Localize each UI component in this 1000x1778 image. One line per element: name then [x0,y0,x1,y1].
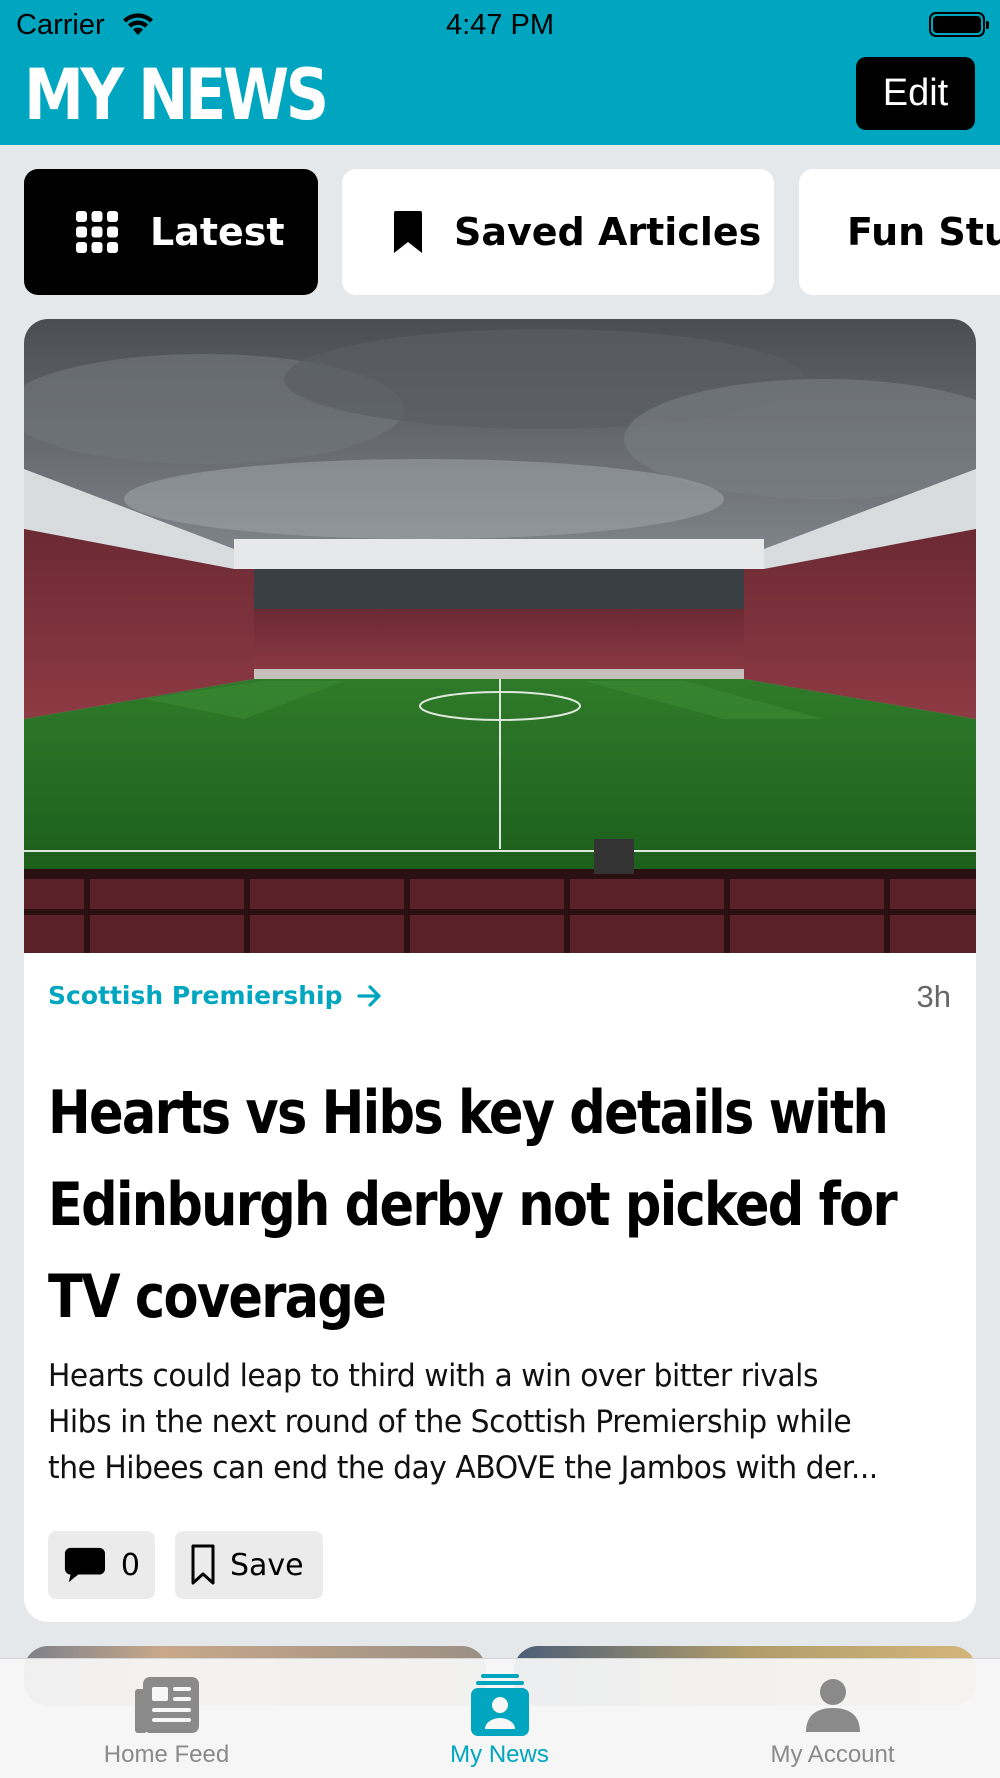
tabbar-my-account[interactable]: My Account [666,1659,999,1778]
article-summary: Hearts could leap to third with a win ov… [48,1353,941,1491]
article-headline-line: TV coverage [48,1262,387,1332]
tab-latest[interactable]: Latest [24,169,318,295]
article-headline-line: Edinburgh derby not picked for [48,1170,898,1240]
comment-bubble-icon [64,1547,105,1583]
tab-saved-label: Saved Articles [454,210,762,254]
article-summary-line: the Hibees can end the day ABOVE the Jam… [48,1450,878,1486]
comment-count: 0 [120,1547,140,1583]
article-summary-line: Hibs in the next round of the Scottish P… [48,1404,852,1440]
save-button[interactable]: Save [175,1531,323,1599]
save-label: Save [230,1547,304,1583]
tab-fun-stuff[interactable]: Fun Stuff [799,169,1000,295]
bottom-tab-bar: Home Feed My News My Account [0,1658,1000,1778]
article-age: 3h [916,979,951,1014]
status-bar: Carrier 4:47 PM [0,0,1000,50]
article-actions: 0 Save [48,1531,323,1599]
arrow-right-icon [356,984,381,1007]
clock: 4:47 PM [446,9,554,41]
article-category-label: Scottish Premiership [48,981,343,1010]
grid-icon [76,211,118,253]
article-category-link[interactable]: Scottish Premiership [48,981,383,1010]
article-card[interactable]: Scottish Premiership 3h Hearts vs Hibs k… [24,319,976,1622]
newspaper-icon [134,1674,199,1736]
tabbar-my-news-label: My News [450,1741,549,1768]
tab-fun-label: Fun Stuff [847,210,1000,254]
comments-button[interactable]: 0 [48,1531,155,1599]
tabbar-my-news[interactable]: My News [333,1659,666,1778]
bookmark-icon [394,211,422,253]
article-headline-line: Hearts vs Hibs key details with [48,1078,889,1148]
section-tabs: Latest Saved Articles Fun Stuff [0,169,1000,295]
tabbar-home-feed[interactable]: Home Feed [0,1659,333,1778]
article-headline[interactable]: Hearts vs Hibs key details with Edinburg… [48,1067,949,1343]
tab-latest-label: Latest [150,210,285,254]
article-summary-line: Hearts could leap to third with a win ov… [48,1358,819,1394]
tabbar-home-feed-label: Home Feed [103,1741,230,1768]
page-title: MY NEWS [24,54,329,136]
bookmark-outline-icon [191,1544,215,1585]
tab-saved-articles[interactable]: Saved Articles [342,169,774,295]
person-icon [805,1674,860,1736]
person-card-icon [470,1674,529,1736]
tabbar-my-account-label: My Account [770,1741,895,1768]
header-bar: Carrier 4:47 PM MY NEWS Edit [0,0,1000,145]
article-hero-image[interactable] [24,319,976,953]
edit-button[interactable]: Edit [856,57,975,130]
battery-icon [929,12,989,37]
